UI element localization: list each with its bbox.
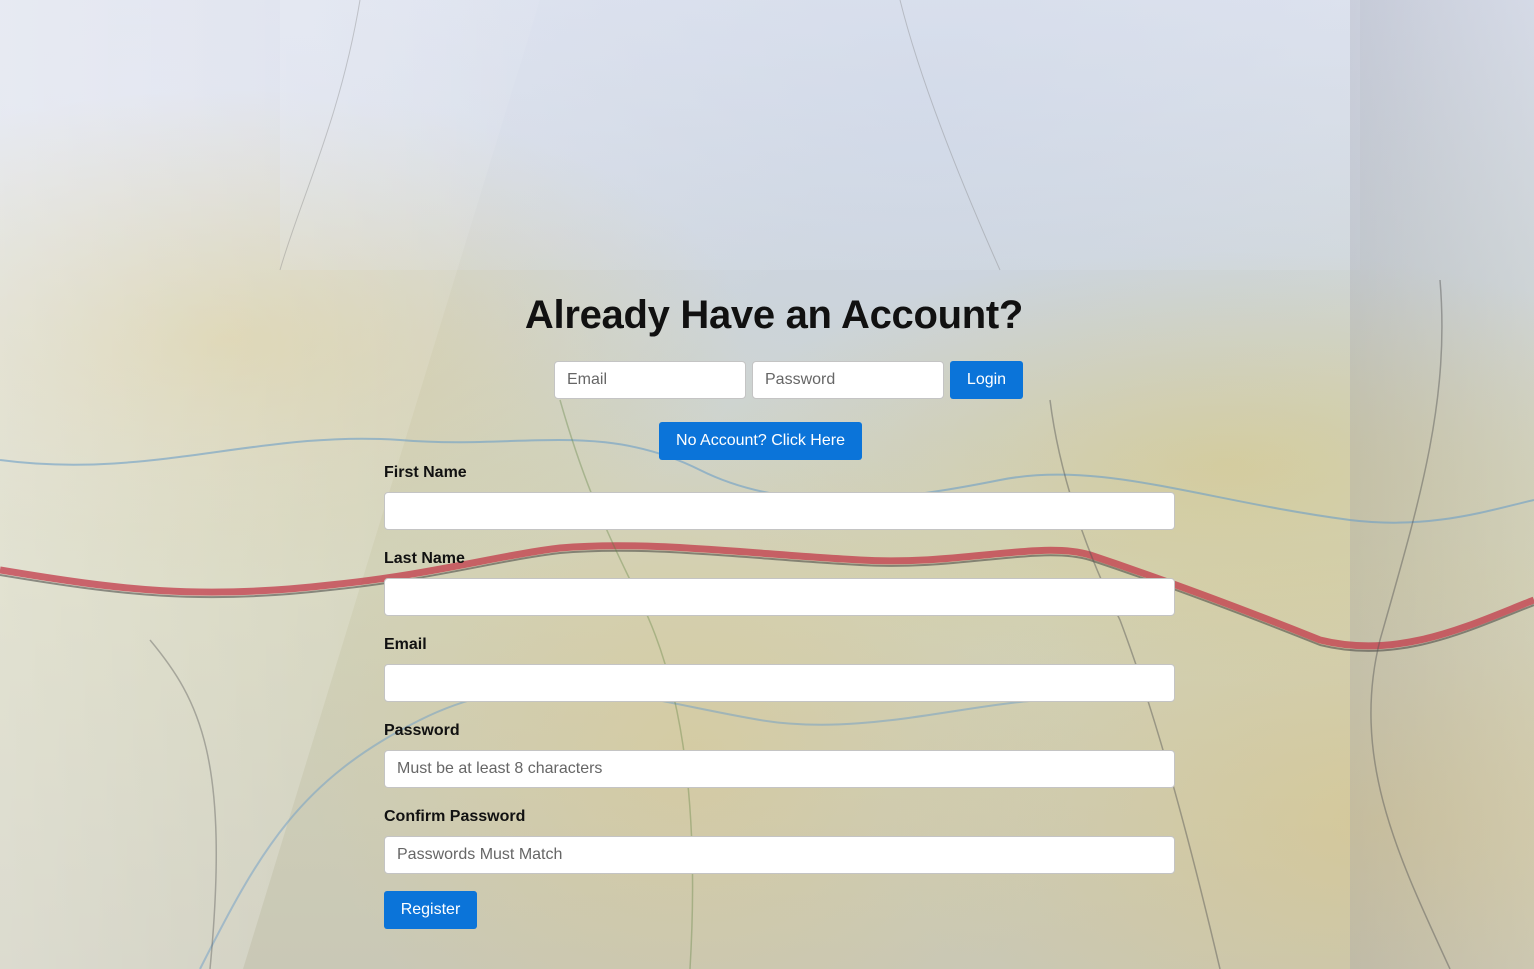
login-password-input[interactable]	[752, 361, 944, 399]
login-form: Login	[554, 361, 1023, 399]
password-label: Password	[384, 722, 460, 739]
confirm-password-field: Confirm Password	[384, 806, 1175, 874]
login-button[interactable]: Login	[950, 361, 1023, 399]
last-name-input[interactable]	[384, 578, 1175, 616]
password-input[interactable]	[384, 750, 1175, 788]
email-input[interactable]	[384, 664, 1175, 702]
register-form: First Name Last Name Email Password Conf…	[384, 462, 1175, 929]
page-title: Already Have an Account?	[524, 293, 1024, 337]
password-field: Password	[384, 720, 1175, 788]
last-name-field: Last Name	[384, 548, 1175, 616]
register-button[interactable]: Register	[384, 891, 477, 929]
last-name-label: Last Name	[384, 550, 465, 567]
page-content: Already Have an Account? Login No Accoun…	[0, 0, 1534, 969]
first-name-input[interactable]	[384, 492, 1175, 530]
login-email-input[interactable]	[554, 361, 746, 399]
no-account-button[interactable]: No Account? Click Here	[659, 422, 862, 460]
confirm-password-label: Confirm Password	[384, 808, 526, 825]
first-name-label: First Name	[384, 464, 467, 481]
confirm-password-input[interactable]	[384, 836, 1175, 874]
email-label: Email	[384, 636, 427, 653]
email-field: Email	[384, 634, 1175, 702]
first-name-field: First Name	[384, 462, 1175, 530]
